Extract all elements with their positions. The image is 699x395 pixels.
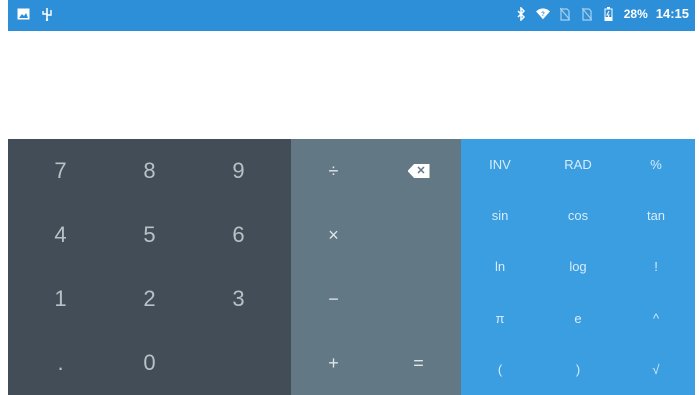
scientific-keypad: INV RAD % sin cos tan ln log ! π e ^ ( )…: [461, 139, 695, 395]
e-button[interactable]: e: [539, 293, 617, 344]
backspace-icon: ✕: [407, 164, 430, 178]
operator-keypad: ÷ ✕ × − + =: [291, 139, 461, 395]
ops-empty-2: [376, 267, 461, 331]
key-empty: [194, 331, 283, 395]
plus-button[interactable]: +: [291, 331, 376, 395]
status-bar-right: ? 28% 14:15: [514, 6, 689, 21]
key-decimal[interactable]: .: [16, 331, 105, 395]
factorial-button[interactable]: !: [617, 241, 695, 292]
key-2[interactable]: 2: [105, 267, 194, 331]
status-bar: ? 28% 14:15: [8, 0, 695, 31]
rad-button[interactable]: RAD: [539, 139, 617, 190]
bluetooth-icon: [514, 6, 528, 21]
image-icon: [16, 7, 30, 21]
key-5[interactable]: 5: [105, 203, 194, 267]
calculator-display: [8, 31, 695, 139]
calculator-app: ? 28% 14:15 7 8 9 4 5 6 1 2 3 . 0 ÷ ✕ × …: [8, 0, 695, 395]
pi-button[interactable]: π: [461, 293, 539, 344]
tan-button[interactable]: tan: [617, 190, 695, 241]
power-button[interactable]: ^: [617, 293, 695, 344]
key-7[interactable]: 7: [16, 139, 105, 203]
key-4[interactable]: 4: [16, 203, 105, 267]
cos-button[interactable]: cos: [539, 190, 617, 241]
svg-text:?: ?: [541, 10, 545, 17]
multiply-button[interactable]: ×: [291, 203, 376, 267]
ln-button[interactable]: ln: [461, 241, 539, 292]
no-sim-icon: [580, 7, 594, 21]
close-paren-button[interactable]: ): [539, 344, 617, 395]
ops-empty-1: [376, 203, 461, 267]
battery-icon: [602, 6, 616, 21]
percent-button[interactable]: %: [617, 139, 695, 190]
equals-button[interactable]: =: [376, 331, 461, 395]
no-sim-icon: [558, 7, 572, 21]
key-1[interactable]: 1: [16, 267, 105, 331]
status-bar-left: [16, 7, 54, 21]
open-paren-button[interactable]: (: [461, 344, 539, 395]
minus-button[interactable]: −: [291, 267, 376, 331]
inv-button[interactable]: INV: [461, 139, 539, 190]
numeric-keypad: 7 8 9 4 5 6 1 2 3 . 0: [8, 139, 291, 395]
sin-button[interactable]: sin: [461, 190, 539, 241]
sqrt-button[interactable]: √: [617, 344, 695, 395]
battery-percent: 28%: [623, 6, 648, 21]
key-9[interactable]: 9: [194, 139, 283, 203]
key-0[interactable]: 0: [105, 331, 194, 395]
key-3[interactable]: 3: [194, 267, 283, 331]
usb-icon: [40, 7, 54, 21]
clock: 14:15: [655, 6, 689, 21]
delete-button[interactable]: ✕: [376, 139, 461, 203]
log-button[interactable]: log: [539, 241, 617, 292]
key-6[interactable]: 6: [194, 203, 283, 267]
wifi-icon: ?: [535, 7, 550, 21]
divide-button[interactable]: ÷: [291, 139, 376, 203]
key-8[interactable]: 8: [105, 139, 194, 203]
